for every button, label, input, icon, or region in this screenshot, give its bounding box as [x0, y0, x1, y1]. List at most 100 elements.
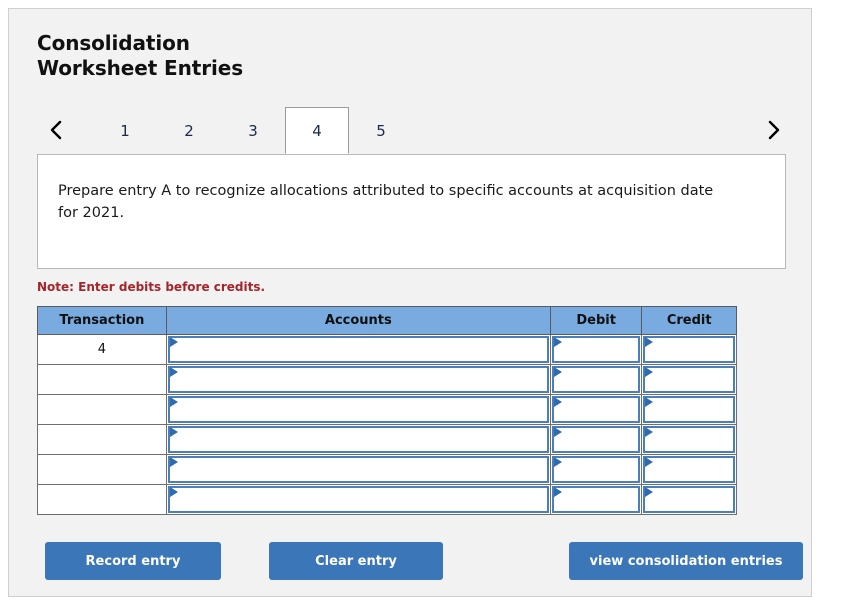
tab-3-label: 3: [248, 121, 258, 140]
dropdown-triangle-icon: [645, 487, 654, 497]
transaction-cell: [37, 394, 167, 425]
debit-cell: [549, 334, 643, 365]
credit-value-1: [657, 338, 729, 361]
accounts-value-5: [182, 458, 543, 481]
transaction-cell: [37, 484, 167, 515]
debit-cell: [549, 364, 643, 395]
accounts-cell: [165, 394, 551, 425]
dropdown-triangle-icon: [169, 337, 178, 347]
dropdown-triangle-icon: [169, 427, 178, 437]
dropdown-triangle-icon: [553, 487, 562, 497]
dropdown-triangle-icon: [169, 457, 178, 467]
accounts-cell: [165, 484, 551, 515]
accounts-select-5[interactable]: [167, 456, 549, 483]
accounts-cell: [165, 424, 551, 455]
credit-input-3[interactable]: [643, 396, 735, 423]
transaction-cell: [37, 424, 167, 455]
dropdown-triangle-icon: [169, 397, 178, 407]
record-entry-button[interactable]: Record entry: [45, 542, 221, 580]
next-tab-arrow-icon[interactable]: [759, 107, 789, 153]
dropdown-triangle-icon: [645, 457, 654, 467]
tab-2[interactable]: 2: [157, 107, 221, 154]
credit-input-1[interactable]: [643, 336, 735, 363]
view-consolidation-entries-button[interactable]: view consolidation entries: [569, 542, 803, 580]
dropdown-triangle-icon: [645, 367, 654, 377]
credit-input-5[interactable]: [643, 456, 735, 483]
dropdown-triangle-icon: [645, 427, 654, 437]
dropdown-triangle-icon: [553, 397, 562, 407]
credit-value-4: [657, 428, 729, 451]
credit-input-2[interactable]: [643, 366, 735, 393]
dropdown-triangle-icon: [553, 427, 562, 437]
transaction-cell: 4: [37, 334, 167, 365]
debit-input-6[interactable]: [551, 486, 641, 513]
accounts-value-2: [182, 368, 543, 391]
tab-1[interactable]: 1: [93, 107, 157, 154]
dropdown-triangle-icon: [553, 367, 562, 377]
credit-cell: [641, 394, 737, 425]
debit-input-2[interactable]: [551, 366, 641, 393]
table-row: 4: [37, 334, 737, 365]
worksheet-card: Consolidation Worksheet Entries 1 2 3 4 …: [8, 8, 812, 597]
debit-input-4[interactable]: [551, 426, 641, 453]
journal-entry-table: Transaction Accounts Debit Credit 4: [37, 306, 737, 515]
accounts-select-2[interactable]: [167, 366, 549, 393]
credit-value-6: [657, 488, 729, 511]
page-title: Consolidation Worksheet Entries: [37, 31, 557, 81]
credit-cell: [641, 364, 737, 395]
page-title-line-1: Consolidation: [37, 31, 190, 55]
instruction-panel: Prepare entry A to recognize allocations…: [37, 154, 786, 269]
debit-value-6: [566, 488, 635, 511]
credit-value-2: [657, 368, 729, 391]
accounts-select-3[interactable]: [167, 396, 549, 423]
accounts-cell: [165, 334, 551, 365]
accounts-select-4[interactable]: [167, 426, 549, 453]
note-text: Note: Enter debits before credits.: [37, 280, 266, 294]
accounts-cell: [165, 364, 551, 395]
accounts-value-4: [182, 428, 543, 451]
credit-cell: [641, 334, 737, 365]
debit-value-2: [566, 368, 635, 391]
credit-value-3: [657, 398, 729, 421]
dropdown-triangle-icon: [645, 337, 654, 347]
debit-cell: [549, 394, 643, 425]
dropdown-triangle-icon: [169, 367, 178, 377]
tab-4[interactable]: 4: [285, 107, 349, 154]
tab-2-label: 2: [184, 121, 194, 140]
column-header-transaction: Transaction: [37, 306, 167, 335]
dropdown-triangle-icon: [553, 337, 562, 347]
accounts-select-6[interactable]: [167, 486, 549, 513]
debit-value-1: [566, 338, 635, 361]
table-header-row: Transaction Accounts Debit Credit: [37, 306, 737, 335]
debit-input-1[interactable]: [551, 336, 641, 363]
table-row: [37, 364, 737, 395]
dropdown-triangle-icon: [645, 397, 654, 407]
credit-input-6[interactable]: [643, 486, 735, 513]
debit-input-5[interactable]: [551, 456, 641, 483]
clear-entry-button[interactable]: Clear entry: [269, 542, 443, 580]
tab-strip: 1 2 3 4 5: [37, 107, 789, 155]
tab-5[interactable]: 5: [349, 107, 413, 154]
tab-5-label: 5: [376, 121, 386, 140]
debit-cell: [549, 454, 643, 485]
tab-3[interactable]: 3: [221, 107, 285, 154]
accounts-select-1[interactable]: [167, 336, 549, 363]
table-row: [37, 484, 737, 515]
dropdown-triangle-icon: [553, 457, 562, 467]
dropdown-triangle-icon: [169, 487, 178, 497]
debit-value-4: [566, 428, 635, 451]
credit-input-4[interactable]: [643, 426, 735, 453]
column-header-debit: Debit: [549, 306, 643, 335]
tab-4-label: 4: [312, 121, 322, 140]
debit-input-3[interactable]: [551, 396, 641, 423]
transaction-cell: [37, 364, 167, 395]
column-header-accounts: Accounts: [165, 306, 551, 335]
accounts-value-6: [182, 488, 543, 511]
credit-value-5: [657, 458, 729, 481]
accounts-cell: [165, 454, 551, 485]
previous-tab-arrow-icon[interactable]: [41, 107, 71, 153]
accounts-value-3: [182, 398, 543, 421]
page-title-line-2: Worksheet Entries: [37, 56, 243, 80]
credit-cell: [641, 484, 737, 515]
credit-cell: [641, 424, 737, 455]
